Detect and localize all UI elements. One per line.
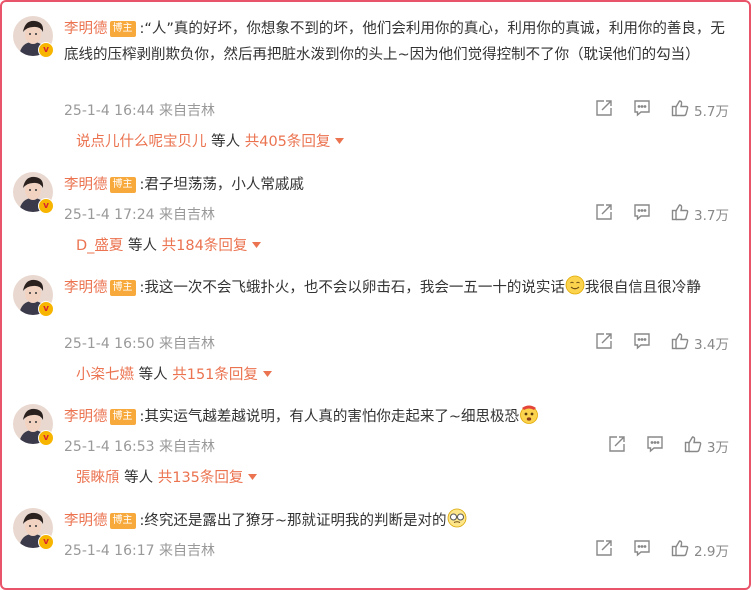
comment-username[interactable]: 李明德 bbox=[64, 513, 108, 529]
reply-summary[interactable]: 張睞頎 等人 共135条回复 bbox=[76, 466, 258, 487]
reply-total[interactable]: 共405条回复 bbox=[245, 134, 331, 150]
smile-emoji bbox=[565, 275, 585, 304]
author-badge: 博主 bbox=[109, 409, 136, 425]
comment-text: 李明德 博主:“人”真的好坏，你想象不到的坏，他们会利用你的真心，利用你的真诚，利… bbox=[64, 16, 729, 68]
like-icon[interactable] bbox=[684, 435, 702, 457]
comment-body: 李明德 博主:“人”真的好坏，你想象不到的坏，他们会利用你的真心，利用你的真诚，利… bbox=[64, 16, 729, 120]
comment-icon[interactable] bbox=[633, 539, 651, 561]
comment-meta: 25-1-4 16:44 来自吉林 bbox=[64, 100, 215, 120]
reply-user[interactable]: 張睞頎 bbox=[76, 470, 120, 486]
glasses-emoji bbox=[447, 508, 467, 537]
comment-body: 李明德 博主:君子坦荡荡，小人常戚戚 25-1-4 17:24 来自吉林 3.7万 bbox=[64, 172, 729, 224]
comment-content: :我这一次不会飞蛾扑火，也不会以卵击石，我会一五一十的说实话 bbox=[139, 280, 565, 296]
comment-time: 25-1-4 16:17 bbox=[64, 543, 155, 559]
comment-content: :其实运气越差越说明，有人真的害怕你走起来了~细思极恐 bbox=[139, 409, 520, 425]
author-badge: 博主 bbox=[109, 177, 136, 193]
reply-user[interactable]: 小栥七嬿 bbox=[76, 367, 134, 383]
comment-actions: 2.9万 bbox=[575, 539, 729, 561]
comment-actions: 3万 bbox=[588, 435, 729, 457]
reply-total[interactable]: 共135条回复 bbox=[158, 470, 244, 486]
comment-time: 25-1-4 16:53 bbox=[64, 439, 155, 455]
comment-content: :君子坦荡荡，小人常戚戚 bbox=[139, 177, 304, 193]
verified-badge-icon: v bbox=[38, 198, 54, 214]
comment-username[interactable]: 李明德 bbox=[64, 280, 108, 296]
share-icon[interactable] bbox=[608, 435, 626, 457]
author-badge: 博主 bbox=[109, 21, 136, 37]
comment-icon[interactable] bbox=[633, 332, 651, 354]
comment-location: 来自吉林 bbox=[158, 336, 215, 352]
comment-actions: 5.7万 bbox=[575, 99, 729, 121]
comment-location: 来自吉林 bbox=[158, 207, 215, 223]
share-icon[interactable] bbox=[595, 203, 613, 225]
reply-summary[interactable]: D_盛夏 等人 共184条回复 bbox=[76, 234, 262, 255]
like-count: 3.4万 bbox=[694, 337, 729, 353]
like-icon[interactable] bbox=[671, 332, 689, 354]
like-icon[interactable] bbox=[671, 539, 689, 561]
caret-down-icon[interactable] bbox=[262, 365, 272, 381]
reply-etc: 等人 bbox=[128, 238, 158, 254]
reply-etc: 等人 bbox=[211, 134, 241, 150]
comment-time: 25-1-4 16:50 bbox=[64, 336, 155, 352]
like-icon[interactable] bbox=[671, 99, 689, 121]
comment-body: 李明德 博主:其实运气越差越说明，有人真的害怕你走起来了~细思极恐 25-1-4 … bbox=[64, 404, 729, 456]
comment-username[interactable]: 李明德 bbox=[64, 409, 108, 425]
comment-username[interactable]: 李明德 bbox=[64, 21, 108, 37]
comment-content: :“人”真的好坏，你想象不到的坏，他们会利用你的真心，利用你的真诚，利用你的善良… bbox=[64, 21, 725, 63]
verified-badge-icon: v bbox=[38, 534, 54, 550]
comment-meta: 25-1-4 16:17 来自吉林 bbox=[64, 540, 215, 560]
comment-location: 来自吉林 bbox=[158, 439, 215, 455]
comment-time: 25-1-4 16:44 bbox=[64, 103, 155, 119]
share-icon[interactable] bbox=[595, 332, 613, 354]
author-badge: 博主 bbox=[109, 513, 136, 529]
reply-user[interactable]: 说点儿什么呢宝贝儿 bbox=[76, 134, 207, 150]
like-count: 2.9万 bbox=[694, 544, 729, 560]
comment-content: :终究还是露出了獠牙~那就证明我的判断是对的 bbox=[139, 513, 447, 529]
comment-icon[interactable] bbox=[646, 435, 664, 457]
comment-icon[interactable] bbox=[633, 203, 651, 225]
comment-text: 李明德 博主:君子坦荡荡，小人常戚戚 bbox=[64, 172, 729, 198]
caret-down-icon[interactable] bbox=[335, 132, 345, 148]
comment-icon[interactable] bbox=[633, 99, 651, 121]
reply-total[interactable]: 共184条回复 bbox=[162, 238, 248, 254]
reply-summary[interactable]: 小栥七嬿 等人 共151条回复 bbox=[76, 363, 272, 384]
caret-down-icon[interactable] bbox=[248, 468, 258, 484]
like-count: 3.7万 bbox=[694, 208, 729, 224]
caret-down-icon[interactable] bbox=[252, 236, 262, 252]
comment-text: 李明德 博主:其实运气越差越说明，有人真的害怕你走起来了~细思极恐 bbox=[64, 404, 729, 433]
comment-username[interactable]: 李明德 bbox=[64, 177, 108, 193]
comment-actions: 3.7万 bbox=[575, 203, 729, 225]
like-icon[interactable] bbox=[671, 203, 689, 225]
reply-total[interactable]: 共151条回复 bbox=[172, 367, 258, 383]
comment-meta: 25-1-4 17:24 来自吉林 bbox=[64, 204, 215, 224]
share-icon[interactable] bbox=[595, 99, 613, 121]
reply-user[interactable]: D_盛夏 bbox=[76, 238, 123, 254]
reply-etc: 等人 bbox=[124, 470, 154, 486]
comment-actions: 3.4万 bbox=[575, 332, 729, 354]
verified-badge-icon: v bbox=[38, 301, 54, 317]
comment-content-after: 我很自信且很冷静 bbox=[584, 280, 701, 296]
comment-time: 25-1-4 17:24 bbox=[64, 207, 155, 223]
comment-location: 来自吉林 bbox=[158, 543, 215, 559]
comment-text: 李明德 博主:我这一次不会飞蛾扑火，也不会以卵击石，我会一五一十的说实话 我很自信… bbox=[64, 275, 729, 304]
reply-etc: 等人 bbox=[138, 367, 168, 383]
comment-body: 李明德 博主:终究还是露出了獠牙~那就证明我的判断是对的 25-1-4 16:17… bbox=[64, 508, 729, 560]
comment-meta: 25-1-4 16:53 来自吉林 bbox=[64, 436, 215, 456]
reply-summary[interactable]: 说点儿什么呢宝贝儿 等人 共405条回复 bbox=[76, 130, 345, 151]
like-count: 5.7万 bbox=[694, 104, 729, 120]
verified-badge-icon: v bbox=[38, 430, 54, 446]
comment-text: 李明德 博主:终究还是露出了獠牙~那就证明我的判断是对的 bbox=[64, 508, 729, 537]
comment-location: 来自吉林 bbox=[158, 103, 215, 119]
comment-meta: 25-1-4 16:50 来自吉林 bbox=[64, 333, 215, 353]
comment-body: 李明德 博主:我这一次不会飞蛾扑火，也不会以卵击石，我会一五一十的说实话 我很自信… bbox=[64, 275, 729, 353]
share-icon[interactable] bbox=[595, 539, 613, 561]
fear-emoji bbox=[519, 404, 539, 433]
verified-badge-icon: v bbox=[38, 42, 54, 58]
author-badge: 博主 bbox=[109, 280, 136, 296]
like-count: 3万 bbox=[706, 440, 729, 456]
